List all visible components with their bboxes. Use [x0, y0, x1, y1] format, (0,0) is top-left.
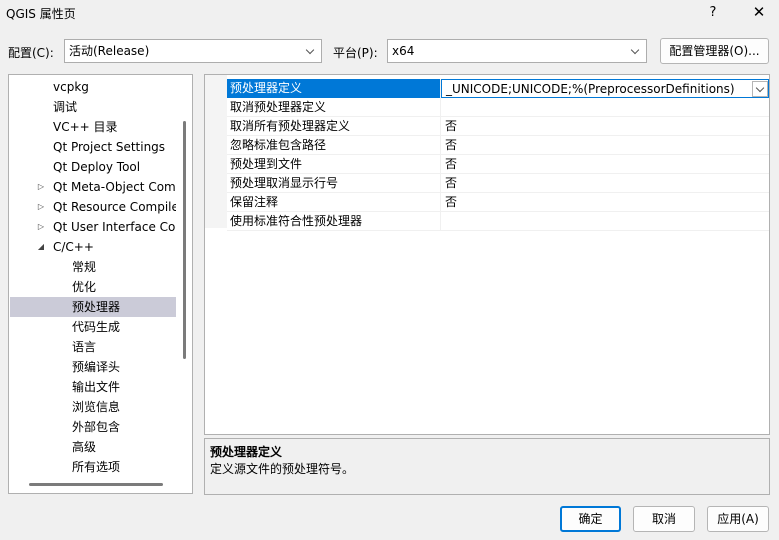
property-value-text: 否	[445, 157, 458, 171]
tree-item-label: vcpkg	[53, 80, 89, 94]
property-name: 预处理器定义	[227, 79, 441, 98]
title-bar: QGIS 属性页 ? ✕	[0, 0, 779, 26]
tree-item-label: 常规	[72, 260, 97, 274]
description-title: 预处理器定义	[210, 445, 283, 459]
property-row[interactable]: 预处理到文件否	[227, 155, 769, 174]
tree-item-label: Qt Project Settings	[53, 140, 166, 154]
chevron-down-icon	[305, 40, 317, 62]
expand-arrow-icon[interactable]: ▷	[36, 177, 46, 197]
tree-item-label: 调试	[53, 100, 78, 114]
grid-gutter	[205, 75, 227, 228]
tree-item-label: 预处理器	[72, 300, 121, 314]
configuration-manager-button[interactable]: 配置管理器(O)...	[660, 38, 769, 64]
tree-item[interactable]: 外部包含	[10, 417, 176, 437]
tree-item[interactable]: vcpkg	[10, 77, 176, 97]
description-text: 定义源文件的预处理符号。	[210, 462, 355, 476]
tree-item[interactable]: 所有选项	[10, 457, 176, 477]
tree-item[interactable]: 代码生成	[10, 317, 176, 337]
apply-button[interactable]: 应用(A)	[707, 506, 769, 532]
tree-item-label: C/C++	[53, 240, 94, 254]
tree-item[interactable]: 预编译头	[10, 357, 176, 377]
property-value[interactable]	[441, 98, 769, 117]
description-panel: 预处理器定义 定义源文件的预处理符号。	[204, 438, 770, 495]
property-value-text: 否	[445, 119, 458, 133]
property-value[interactable]: 否	[441, 193, 769, 212]
collapse-arrow-icon[interactable]: ◢	[36, 237, 46, 257]
expand-arrow-icon[interactable]: ▷	[36, 217, 46, 237]
platform-label: 平台(P):	[333, 46, 378, 60]
tree-item[interactable]: Qt Project Settings	[10, 137, 176, 157]
configuration-dropdown[interactable]: 活动(Release)	[64, 39, 322, 63]
property-value[interactable]: 否	[441, 117, 769, 136]
tree-item-label: 浏览信息	[72, 400, 121, 414]
property-value[interactable]	[441, 212, 769, 231]
property-row[interactable]: 取消预处理器定义	[227, 98, 769, 117]
tree-item[interactable]: 常规	[10, 257, 176, 277]
expand-arrow-icon[interactable]: ▷	[36, 197, 46, 217]
tree-item-label: 高级	[72, 440, 97, 454]
value-dropdown-icon[interactable]	[752, 81, 768, 97]
window-title: QGIS 属性页	[6, 7, 76, 21]
property-name: 预处理到文件	[227, 155, 441, 174]
property-tree[interactable]: vcpkg 调试 VC++ 目录 Qt Project Settings Qt Depl…	[8, 74, 193, 494]
property-row[interactable]: 取消所有预处理器定义否	[227, 117, 769, 136]
property-value[interactable]: 否	[441, 174, 769, 193]
ok-button[interactable]: 确定	[560, 506, 621, 532]
tree-item[interactable]: 调试	[10, 97, 176, 117]
property-row[interactable]: 忽略标准包含路径否	[227, 136, 769, 155]
tree-item[interactable]: 浏览信息	[10, 397, 176, 417]
property-name: 预处理取消显示行号	[227, 174, 441, 193]
property-value[interactable]: 否	[441, 155, 769, 174]
property-name: 取消所有预处理器定义	[227, 117, 441, 136]
tree-item[interactable]: ▷ Qt User Interface Co	[10, 217, 176, 237]
platform-value: x64	[392, 44, 415, 58]
platform-dropdown[interactable]: x64	[387, 39, 647, 63]
tree-item-label: 所有选项	[72, 460, 121, 474]
tree-vertical-scrollbar[interactable]	[183, 121, 186, 359]
property-row[interactable]: 预处理器定义 _UNICODE;UNICODE;%(PreprocessorDef…	[227, 79, 769, 98]
tree-item[interactable]: VC++ 目录	[10, 117, 176, 137]
tree-item-label: Qt Meta-Object Com	[53, 180, 176, 194]
tree-item[interactable]: Qt Deploy Tool	[10, 157, 176, 177]
help-button[interactable]: ?	[700, 0, 726, 26]
property-grid[interactable]: 预处理器定义 _UNICODE;UNICODE;%(PreprocessorDef…	[204, 74, 770, 435]
cancel-button[interactable]: 取消	[633, 506, 695, 532]
tree-item[interactable]: 预处理器	[10, 297, 176, 317]
property-value-text: 否	[445, 176, 458, 190]
chevron-down-icon	[630, 40, 642, 62]
tree-item-label: 代码生成	[72, 320, 121, 334]
property-value-text: _UNICODE;UNICODE;%(PreprocessorDefinitio…	[446, 82, 735, 96]
tree-item-label: 外部包含	[72, 420, 121, 434]
tree-item[interactable]: 语言	[10, 337, 176, 357]
property-value[interactable]: _UNICODE;UNICODE;%(PreprocessorDefinitio…	[441, 79, 769, 98]
property-value-text: 否	[445, 195, 458, 209]
tree-item[interactable]: ▷ Qt Resource Compile	[10, 197, 176, 217]
tree-item-label: 输出文件	[72, 380, 121, 394]
tree-item-label: 语言	[72, 340, 97, 354]
tree-item-label: Qt Resource Compile	[53, 200, 176, 214]
tree-item[interactable]: 高级	[10, 437, 176, 457]
tree-item[interactable]: ◢ C/C++	[10, 237, 176, 257]
tree-horizontal-scrollbar[interactable]	[29, 483, 163, 486]
property-value[interactable]: 否	[441, 136, 769, 155]
property-name: 取消预处理器定义	[227, 98, 441, 117]
close-button[interactable]: ✕	[744, 0, 774, 26]
tree-item-label: 优化	[72, 280, 97, 294]
tree-item-label: Qt Deploy Tool	[53, 160, 141, 174]
property-row[interactable]: 预处理取消显示行号否	[227, 174, 769, 193]
tree-item[interactable]: ▷ Qt Meta-Object Com	[10, 177, 176, 197]
configuration-value: 活动(Release)	[69, 44, 150, 58]
tree-item[interactable]: 输出文件	[10, 377, 176, 397]
configuration-label: 配置(C):	[8, 46, 54, 60]
property-row[interactable]: 使用标准符合性预处理器	[227, 212, 769, 231]
tree-item[interactable]: 优化	[10, 277, 176, 297]
property-name: 忽略标准包含路径	[227, 136, 441, 155]
property-name: 使用标准符合性预处理器	[227, 212, 441, 231]
property-value-text: 否	[445, 138, 458, 152]
property-name: 保留注释	[227, 193, 441, 212]
tree-item-label: Qt User Interface Co	[53, 220, 176, 234]
tree-item-label: VC++ 目录	[53, 120, 118, 134]
property-row[interactable]: 保留注释否	[227, 193, 769, 212]
tree-item-label: 预编译头	[72, 360, 121, 374]
